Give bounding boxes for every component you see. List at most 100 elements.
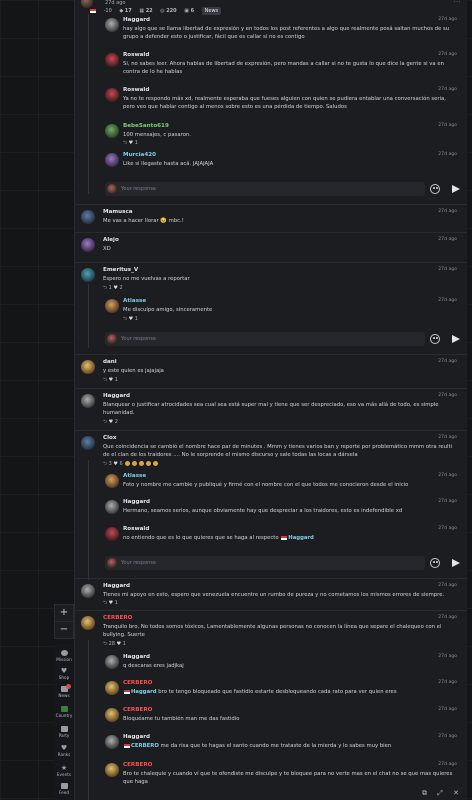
avatar[interactable] [81, 238, 95, 252]
comment-author[interactable]: Alejo [103, 237, 119, 243]
comment-author[interactable]: Haggard [123, 17, 150, 23]
news-tag[interactable]: News [201, 7, 222, 15]
reply-input[interactable]: Your response [105, 182, 425, 196]
comment-author[interactable]: Clox [103, 435, 116, 441]
avatar[interactable] [105, 153, 119, 167]
avatar[interactable] [105, 474, 119, 488]
heart-icon[interactable]: ♥ [117, 641, 121, 647]
comment-author[interactable]: Haggard [103, 393, 130, 399]
avatar[interactable] [105, 655, 119, 669]
comment-author[interactable]: Roswald [123, 526, 149, 532]
avatar[interactable] [105, 299, 119, 313]
comment-author[interactable]: Haggard [123, 499, 150, 505]
comment-author[interactable]: Atlasse [123, 473, 146, 479]
avatar[interactable] [105, 18, 119, 32]
reaction-icon[interactable] [132, 461, 138, 466]
mention-tag[interactable]: Haggard [131, 689, 157, 695]
reply-icon[interactable]: ⮌ [103, 285, 107, 291]
avatar[interactable] [81, 616, 95, 630]
heart-icon[interactable]: ♥ [109, 419, 113, 425]
avatar[interactable] [105, 763, 119, 777]
copy-icon[interactable]: ⧉ [422, 789, 427, 797]
reaction-icon[interactable] [153, 461, 159, 466]
comment-author[interactable]: Haggard [123, 734, 150, 740]
mention-tag[interactable]: Haggard [288, 535, 314, 541]
mention-tag[interactable]: CERBERO [131, 743, 159, 749]
comment-text: Bro te chalequie y cuando ví que te ofen… [123, 771, 453, 785]
avatar[interactable] [105, 527, 119, 541]
close-icon[interactable]: ✕ [453, 789, 459, 797]
avatar[interactable] [105, 500, 119, 514]
avatar[interactable] [81, 394, 95, 408]
comment-author[interactable]: dani [103, 359, 117, 365]
send-icon[interactable] [452, 335, 460, 343]
heart-icon[interactable]: ♥ [109, 377, 113, 383]
send-icon[interactable] [452, 185, 460, 193]
heart-icon[interactable]: ♥ [129, 140, 133, 146]
comment-author[interactable]: Haggard [103, 583, 130, 589]
heart-icon[interactable]: ♥ [109, 600, 113, 606]
nav-events[interactable]: ★ Events [54, 765, 74, 778]
more-options-icon[interactable]: ··· [454, 0, 461, 6]
heart-icon[interactable]: ♥ [129, 316, 133, 322]
nav-country[interactable]: Country [54, 706, 74, 718]
nav-feed[interactable]: Feed [54, 783, 74, 795]
reply-icon[interactable]: ⮌ [103, 600, 107, 606]
avatar[interactable] [81, 210, 95, 224]
reaction-icon[interactable] [146, 461, 152, 466]
zoom-in-button[interactable]: + [54, 604, 74, 622]
reaction-icon[interactable] [125, 461, 131, 466]
reply-icon[interactable]: ⮌ [103, 419, 107, 425]
comment-author[interactable]: CERBERO [123, 762, 152, 768]
avatar[interactable] [81, 584, 95, 598]
emoji-icon[interactable] [430, 334, 440, 344]
reply-placeholder: Your response [121, 560, 156, 566]
comment-author[interactable]: CERBERO [123, 680, 152, 686]
reply-icon[interactable]: ⮌ [123, 316, 127, 322]
emoji-icon[interactable] [430, 558, 440, 568]
comment-author[interactable]: CERBERO [103, 615, 132, 621]
avatar[interactable] [105, 53, 119, 67]
thread-line [88, 14, 89, 194]
comment-author[interactable]: Murcia420 [123, 152, 156, 158]
avatar[interactable] [105, 88, 119, 102]
comments-feed[interactable]: 27d ago -10 ◆ 17 ▦ 22 ◎ 220 ▣ 6 News ···… [74, 0, 467, 800]
avatar[interactable] [105, 735, 119, 749]
reply-input[interactable]: Your response [105, 556, 425, 570]
reply-icon[interactable]: ⮌ [123, 140, 127, 146]
zoom-out-button[interactable]: − [54, 621, 74, 639]
comment-text: Like si llegaste hasta acá. JAJAJAJA [123, 161, 214, 167]
comment-author[interactable]: Emeritus_V [103, 267, 138, 273]
comment-author[interactable]: CERBERO [123, 707, 152, 713]
comment-author[interactable]: BebeSanto619 [123, 123, 169, 129]
comment-text: Si, no sabes leer. Ahora hablas de liber… [123, 61, 444, 75]
reaction-icon[interactable] [139, 461, 145, 466]
reply-input[interactable]: Your response [105, 332, 425, 346]
comment-text: hay algo que se llama libertad de expres… [123, 26, 450, 40]
avatar[interactable] [105, 124, 119, 138]
nav-party[interactable]: Party [54, 726, 74, 738]
emoji-icon[interactable] [430, 184, 440, 194]
avatar[interactable] [81, 0, 93, 8]
send-icon[interactable] [452, 559, 460, 567]
comment-author[interactable]: Roswald [123, 87, 149, 93]
nav-shop[interactable]: ♥ Shop [54, 668, 74, 681]
comment-author[interactable]: Roswald [123, 52, 149, 58]
avatar[interactable] [105, 681, 119, 695]
reply-icon[interactable]: ⮌ [103, 377, 107, 383]
heart-icon[interactable]: ♥ [113, 461, 117, 467]
avatar[interactable] [105, 708, 119, 722]
comment-author[interactable]: Mamusca [103, 209, 133, 215]
expand-icon[interactable]: ⤢ [437, 789, 443, 797]
avatar[interactable] [81, 360, 95, 374]
nav-mission[interactable]: Mission [54, 650, 74, 662]
reply-icon[interactable]: ⮌ [103, 461, 107, 467]
nav-news[interactable]: News [54, 684, 74, 698]
comment-author[interactable]: Atlasse [123, 298, 146, 304]
nav-ranks[interactable]: ♥ Ranks [54, 745, 74, 758]
comment-author[interactable]: Haggard [123, 654, 150, 660]
avatar[interactable] [81, 268, 95, 282]
heart-icon[interactable]: ♥ [113, 285, 117, 291]
reply-icon[interactable]: ⮌ [103, 641, 107, 647]
avatar[interactable] [81, 436, 95, 450]
